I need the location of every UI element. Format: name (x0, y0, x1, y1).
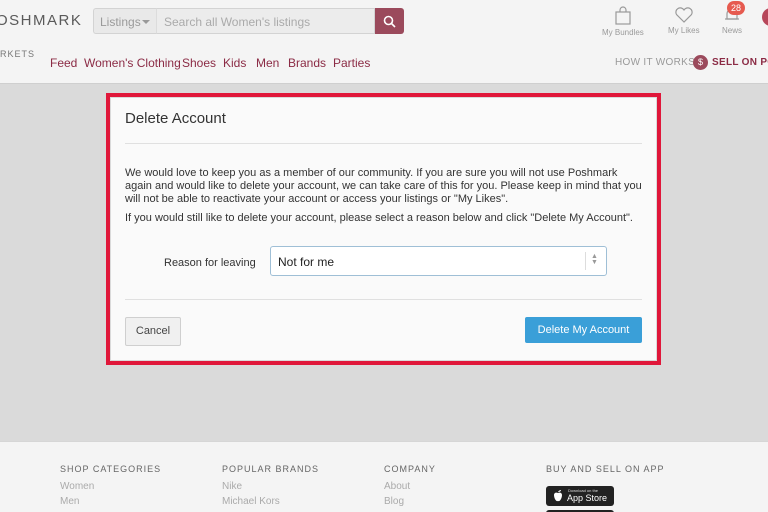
nav-item-kids[interactable]: Kids (223, 56, 246, 70)
sell-on-poshmark-link[interactable]: SELL ON POS (712, 57, 768, 68)
how-it-works-link[interactable]: HOW IT WORKS (615, 57, 695, 68)
caret-down-icon (142, 20, 150, 24)
site-footer: SHOP CATEGORIES Women Men POPULAR BRANDS… (0, 441, 768, 512)
footer-column-popular-brands: POPULAR BRANDS Nike Michael Kors (222, 464, 319, 511)
news-label: News (722, 26, 743, 35)
reason-label: Reason for leaving (164, 257, 256, 269)
dialog-message: We would love to keep you as a member of… (125, 167, 642, 205)
poshmark-logo[interactable]: OSHMARK (0, 12, 82, 29)
search-button[interactable] (375, 8, 404, 34)
nav-item-shoes[interactable]: Shoes (182, 56, 216, 70)
divider (125, 299, 642, 300)
nav-item-brands[interactable]: Brands (288, 56, 326, 70)
footer-link-michael-kors[interactable]: Michael Kors (222, 496, 319, 507)
search-category-label: Listings (100, 15, 141, 29)
markets-label[interactable]: RKETS (0, 49, 35, 59)
search-bar: Listings Search all Women's listings (93, 8, 404, 34)
footer-heading: SHOP CATEGORIES (60, 464, 162, 474)
my-bundles-link[interactable]: My Bundles (602, 6, 644, 37)
dialog-instruction: If you would still like to delete your a… (125, 212, 633, 224)
footer-column-app: BUY AND SELL ON APP (546, 464, 665, 481)
footer-link-nike[interactable]: Nike (222, 481, 319, 492)
shopping-bag-icon (615, 6, 631, 25)
site-header: OSHMARK Listings Search all Women's list… (0, 0, 768, 84)
avatar[interactable] (762, 8, 768, 26)
delete-account-dialog: Delete Account We would love to keep you… (111, 98, 656, 360)
search-input[interactable]: Search all Women's listings (156, 8, 375, 34)
select-divider (585, 252, 586, 270)
cancel-button[interactable]: Cancel (125, 317, 181, 346)
dialog-title: Delete Account (125, 110, 226, 127)
footer-link-about[interactable]: About (384, 481, 436, 492)
apple-icon (554, 490, 562, 502)
search-category-select[interactable]: Listings (93, 8, 156, 34)
nav-item-feed[interactable]: Feed (50, 56, 77, 70)
reason-select-value: Not for me (278, 255, 335, 269)
app-store-badge[interactable]: Download on the App Store (546, 486, 614, 506)
nav-item-womens-clothing[interactable]: Women's Clothing (84, 56, 181, 70)
nav-item-parties[interactable]: Parties (333, 56, 370, 70)
dollar-icon: $ (693, 55, 708, 70)
divider (125, 143, 642, 144)
reason-select[interactable]: Not for me ▲ ▼ (270, 246, 607, 276)
footer-heading: BUY AND SELL ON APP (546, 464, 665, 474)
nav-item-men[interactable]: Men (256, 56, 279, 70)
my-likes-link[interactable]: My Likes (668, 6, 700, 35)
footer-column-shop-categories: SHOP CATEGORIES Women Men (60, 464, 161, 511)
footer-link-blog[interactable]: Blog (384, 496, 436, 507)
footer-link-women[interactable]: Women (60, 481, 161, 492)
footer-column-company: COMPANY About Blog (384, 464, 436, 511)
footer-heading: COMPANY (384, 464, 436, 474)
footer-link-men[interactable]: Men (60, 496, 161, 507)
my-likes-label: My Likes (668, 26, 700, 35)
search-icon (383, 15, 396, 28)
app-store-text: App Store (567, 493, 608, 503)
footer-heading: POPULAR BRANDS (222, 464, 320, 474)
heart-icon (675, 7, 693, 23)
delete-my-account-button[interactable]: Delete My Account (525, 317, 642, 343)
select-arrows-icon: ▲ ▼ (591, 253, 598, 266)
my-bundles-label: My Bundles (602, 28, 644, 37)
news-count-badge: 28 (727, 1, 746, 15)
